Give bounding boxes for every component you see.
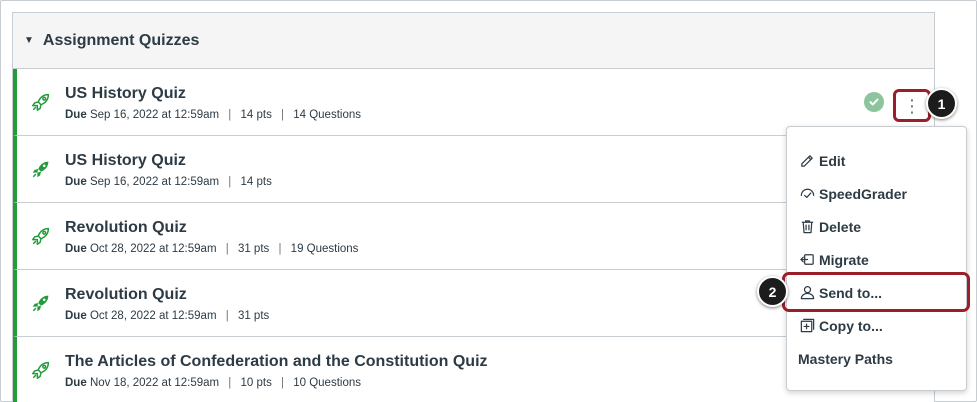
rocket-outline-icon: [30, 225, 52, 247]
due-label: Due: [65, 310, 87, 322]
menu-item-label: Send to...: [819, 284, 882, 301]
points: 10 pts: [240, 377, 272, 389]
menu-item-mastery-paths[interactable]: Mastery Paths: [787, 342, 966, 375]
trash-icon: [798, 218, 816, 236]
due-label: Due: [65, 243, 87, 255]
rocket-outline-icon: [30, 91, 52, 113]
due-date: Nov 18, 2022 at 12:59am: [89, 377, 220, 389]
menu-item-delete[interactable]: Delete: [787, 210, 966, 243]
due-label: Due: [65, 109, 87, 121]
menu-item-label: Delete: [819, 218, 862, 235]
quiz-meta: Due Oct 28, 2022 at 12:59am | 31 pts | 1…: [65, 243, 358, 255]
callout-badge: 1: [926, 88, 957, 119]
menu-item-edit[interactable]: Edit: [787, 144, 966, 177]
separator: |: [228, 377, 232, 389]
question-count: 14 Questions: [293, 109, 361, 121]
user-icon: [798, 284, 816, 302]
question-count: 19 Questions: [290, 243, 359, 255]
menu-item-send-to[interactable]: Send to...: [787, 276, 966, 309]
migrate-icon: [798, 251, 816, 269]
quiz-meta: Due Sep 16, 2022 at 12:59am | 14 pts: [65, 176, 272, 188]
group-title: Assignment Quizzes: [42, 31, 200, 49]
quiz-meta: Due Sep 16, 2022 at 12:59am | 14 pts | 1…: [65, 109, 361, 121]
separator: |: [278, 243, 282, 255]
separator: |: [281, 377, 285, 389]
quiz-title-link[interactable]: Revolution Quiz: [65, 286, 187, 304]
points: 31 pts: [237, 310, 270, 322]
question-count: 10 Questions: [293, 377, 361, 389]
menu-item-label: Copy to...: [819, 317, 883, 334]
caret-down-icon[interactable]: ▼: [24, 35, 34, 46]
menu-item-label: SpeedGrader: [819, 185, 907, 202]
points: 31 pts: [237, 243, 270, 255]
speedgrader-icon: [798, 185, 816, 203]
separator: |: [228, 176, 232, 188]
group-header[interactable]: ▼ Assignment Quizzes: [13, 13, 934, 69]
separator: |: [281, 109, 285, 121]
menu-item-label: Edit: [819, 152, 846, 169]
quiz-title-link[interactable]: Revolution Quiz: [65, 219, 187, 237]
points: 14 pts: [240, 176, 272, 188]
callout-badge: 2: [757, 276, 788, 307]
separator: |: [225, 310, 229, 322]
quiz-meta: Due Nov 18, 2022 at 12:59am | 10 pts | 1…: [65, 377, 361, 389]
kebab-icon[interactable]: ⋮: [903, 97, 921, 115]
menu-item-label: Mastery Paths: [798, 350, 893, 367]
rocket-filled-icon: [30, 292, 52, 314]
due-date: Oct 28, 2022 at 12:59am: [89, 243, 217, 255]
quiz-title-link[interactable]: US History Quiz: [65, 152, 186, 170]
points: 14 pts: [240, 109, 272, 121]
quiz-title-link[interactable]: The Articles of Confederation and the Co…: [65, 353, 488, 371]
due-date: Sep 16, 2022 at 12:59am: [89, 176, 220, 188]
rocket-outline-icon: [30, 359, 52, 381]
due-label: Due: [65, 176, 87, 188]
menu-item-label: Migrate: [819, 251, 869, 268]
due-label: Due: [65, 377, 87, 389]
quiz-title-link[interactable]: US History Quiz: [65, 85, 186, 103]
menu-item-copy-to[interactable]: Copy to...: [787, 309, 966, 342]
separator: |: [225, 243, 229, 255]
quiz-meta: Due Oct 28, 2022 at 12:59am | 31 pts: [65, 310, 269, 322]
copy-icon: [798, 317, 816, 335]
options-dropdown-menu: Edit SpeedGrader Delete Migrate Send to.…: [786, 126, 967, 391]
due-date: Oct 28, 2022 at 12:59am: [89, 310, 217, 322]
rocket-filled-icon: [30, 158, 52, 180]
menu-item-speedgrader[interactable]: SpeedGrader: [787, 177, 966, 210]
published-check-icon[interactable]: [864, 92, 884, 112]
separator: |: [228, 109, 232, 121]
due-date: Sep 16, 2022 at 12:59am: [89, 109, 220, 121]
menu-item-migrate[interactable]: Migrate: [787, 243, 966, 276]
pencil-icon: [798, 152, 816, 170]
